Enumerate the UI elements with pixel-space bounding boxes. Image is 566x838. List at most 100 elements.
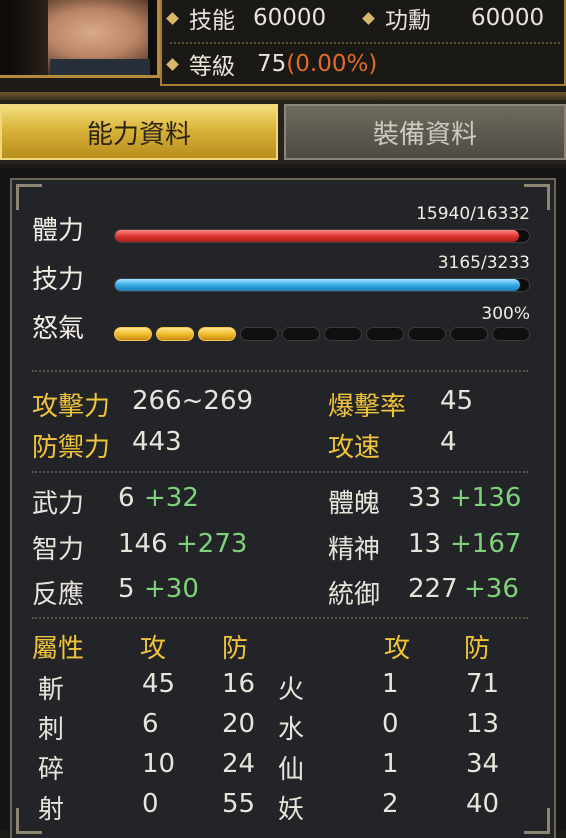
tab-equipment-info[interactable]: 裝備資料 [284, 104, 566, 160]
element-name: 射 [38, 795, 65, 825]
crit-value: 45 [440, 386, 474, 416]
element-header-label: 屬性 [32, 634, 85, 664]
crit-label: 爆擊率 [328, 392, 407, 422]
element-atk: 0 [142, 789, 159, 819]
rage-label: 怒氣 [32, 314, 85, 344]
element-atk-header: 攻 [384, 634, 411, 664]
attr-label-intellect: 智力 [32, 535, 85, 565]
merit-stat: 功勳 60000 [358, 0, 544, 36]
element-name: 刺 [38, 715, 65, 745]
ornament-corner [524, 808, 550, 834]
sp-bar [114, 278, 530, 292]
skill-label: 技能 [189, 8, 235, 34]
attr-label-command: 統御 [328, 580, 381, 610]
merit-label: 功勳 [385, 8, 431, 34]
element-def: 24 [222, 749, 256, 779]
element-atk-header: 攻 [140, 634, 167, 664]
level-stat: 等級 75 (0.00%) [162, 46, 377, 82]
element-def: 34 [466, 749, 500, 779]
attr-base: 227 [408, 574, 458, 604]
element-atk: 1 [382, 669, 399, 699]
rage-segment [492, 327, 530, 341]
element-atk: 45 [142, 669, 176, 699]
rage-segment [282, 327, 320, 341]
rage-segment [366, 327, 404, 341]
element-def: 71 [466, 669, 500, 699]
rage-segment [198, 327, 236, 341]
rage-bar [114, 327, 530, 341]
header-separator [0, 92, 566, 100]
element-atk: 6 [142, 709, 159, 739]
hp-bar [114, 229, 530, 243]
speed-value: 4 [440, 427, 457, 457]
attr-bonus: +36 [464, 574, 519, 604]
rage-segment [450, 327, 488, 341]
element-atk: 10 [142, 749, 176, 779]
element-name: 仙 [278, 755, 305, 785]
element-def: 16 [222, 669, 256, 699]
sp-label: 技力 [32, 265, 85, 295]
element-def: 13 [466, 709, 500, 739]
diamond-icon [166, 57, 179, 71]
element-def: 40 [466, 789, 500, 819]
rage-value: 300% [481, 304, 530, 324]
element-name: 妖 [278, 795, 305, 825]
section-divider [32, 370, 528, 372]
portrait-hair [8, 0, 48, 75]
section-divider [32, 471, 528, 473]
attr-bonus: +30 [144, 574, 199, 604]
header-stats: 技能 60000 功勳 60000 等級 75 (0.00%) [160, 0, 566, 86]
element-name: 碎 [38, 755, 65, 785]
defense-value: 443 [132, 427, 182, 457]
tab-label: 能力資料 [86, 119, 191, 150]
attr-base: 33 [408, 483, 442, 513]
rage-segment [114, 327, 152, 341]
element-def-header: 防 [222, 634, 249, 664]
tab-bar: 能力資料 裝備資料 [0, 100, 566, 164]
element-name: 斬 [38, 675, 65, 705]
attr-bonus: +136 [450, 483, 522, 513]
hp-value: 15940/16332 [416, 204, 530, 224]
attr-base: 13 [408, 529, 442, 559]
element-name: 火 [278, 675, 305, 705]
level-value: 75 [257, 51, 287, 77]
diamond-icon [166, 11, 179, 25]
hp-label: 體力 [32, 216, 85, 246]
attr-bonus: +32 [144, 483, 199, 513]
sp-value: 3165/3233 [437, 253, 530, 273]
speed-label: 攻速 [328, 433, 381, 463]
element-def: 55 [222, 789, 256, 819]
section-divider [32, 617, 528, 619]
attr-base: 6 [118, 483, 135, 513]
rage-segment [156, 327, 194, 341]
portrait-frame [0, 0, 160, 78]
header-divider [170, 42, 560, 44]
element-atk: 0 [382, 709, 399, 739]
element-atk: 1 [382, 749, 399, 779]
sp-bar-fill [115, 279, 521, 291]
attr-bonus: +167 [450, 529, 522, 559]
ornament-corner [16, 184, 42, 210]
element-def: 20 [222, 709, 256, 739]
element-def-header: 防 [464, 634, 491, 664]
attr-bonus: +273 [176, 529, 248, 559]
skill-stat: 技能 60000 [162, 0, 326, 36]
rage-segment [408, 327, 446, 341]
attack-value: 266~269 [132, 386, 254, 416]
skill-value: 60000 [253, 5, 327, 31]
attr-base: 5 [118, 574, 135, 604]
rage-segment [240, 327, 278, 341]
attr-label-spirit: 精神 [328, 535, 381, 565]
merit-value: 60000 [471, 5, 545, 31]
diamond-icon [362, 11, 375, 25]
attr-label-strength: 武力 [32, 489, 85, 519]
level-label: 等級 [189, 54, 235, 80]
hp-bar-fill [115, 230, 520, 242]
tab-ability-info[interactable]: 能力資料 [0, 104, 278, 160]
ability-panel: 體力 15940/16332 技力 3165/3233 怒氣 300% 攻擊力 … [0, 168, 566, 838]
element-atk: 2 [382, 789, 399, 819]
defense-label: 防禦力 [32, 433, 111, 463]
level-percent: (0.00%) [286, 51, 378, 77]
element-name: 水 [278, 715, 305, 745]
attr-label-physique: 體魄 [328, 489, 381, 519]
